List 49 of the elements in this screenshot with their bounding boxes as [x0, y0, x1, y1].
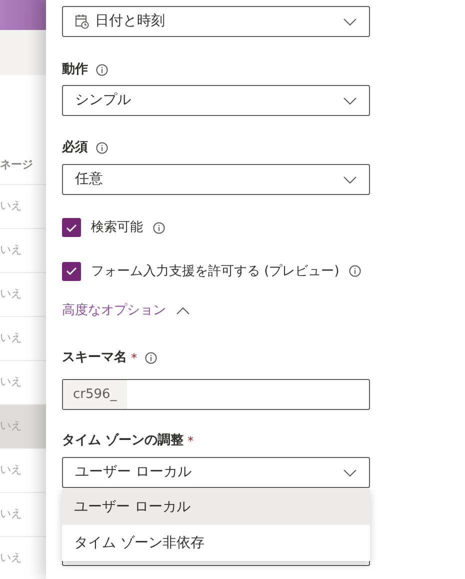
dropdown[interactable]: 日付と時刻 [62, 6, 370, 37]
info-icon [145, 352, 157, 364]
table-cell-text: いえ [0, 462, 22, 478]
input-field[interactable]: cr596_ [62, 379, 370, 410]
checkbox[interactable] [62, 218, 81, 238]
dropdown[interactable]: 任意 [62, 164, 370, 195]
info-icon [153, 222, 165, 234]
checkbox-label: 検索可能 [91, 219, 143, 237]
required-asterisk: * [188, 433, 194, 450]
field-label: 必須 [62, 138, 88, 158]
table-cell-text: いえ [0, 330, 22, 346]
table-cell-text: いえ [0, 198, 22, 214]
info-icon [349, 265, 362, 278]
dropdown-value: 任意 [75, 170, 103, 189]
advanced-options-toggle[interactable]: 高度なオプション [62, 301, 190, 321]
input-prefix: cr596_ [63, 380, 127, 409]
dropdown-value: ユーザー ローカル [75, 463, 192, 482]
field-label: スキーマ名 [62, 349, 127, 368]
chevron-down-icon [343, 176, 357, 184]
table-cell-text: いえ [0, 506, 22, 522]
dropdown-option[interactable]: ユーザー ローカル [62, 489, 370, 525]
dropdown[interactable]: ユーザー ローカル [62, 457, 370, 488]
toolbar-background [0, 30, 46, 75]
chevron-up-icon [176, 307, 190, 315]
table-cell-text: いえ [0, 286, 22, 302]
table-cell-text: いえ [0, 374, 22, 390]
header-bar [0, 0, 46, 30]
table-cell-text: いえ [0, 418, 22, 434]
dropdown[interactable]: シンプル [62, 85, 370, 116]
field-label: 動作 [62, 61, 88, 80]
field-label: タイム ゾーンの調整 [62, 432, 184, 450]
checkbox-label: フォーム入力支援を許可する (プレビュー) [91, 262, 340, 280]
checkmark-icon [66, 267, 77, 276]
table-cell-text: いえ [0, 242, 22, 258]
checkbox[interactable] [62, 262, 81, 281]
dropdown-option[interactable]: タイム ゾーン非依存 [62, 525, 370, 561]
dropdown-value: シンプル [75, 91, 131, 110]
info-icon [96, 64, 108, 76]
checkmark-icon [66, 224, 77, 232]
calendar-clock-icon [75, 14, 89, 29]
column-header: ネージ [0, 157, 33, 173]
chevron-down-icon [343, 468, 357, 476]
chevron-down-icon [343, 18, 357, 26]
required-asterisk: * [131, 350, 137, 367]
info-icon [96, 142, 108, 154]
dropdown-value: 日付と時刻 [95, 12, 165, 31]
table-cell-text: いえ [0, 550, 22, 566]
chevron-down-icon [343, 96, 357, 104]
table-row[interactable]: いえ [0, 405, 46, 449]
